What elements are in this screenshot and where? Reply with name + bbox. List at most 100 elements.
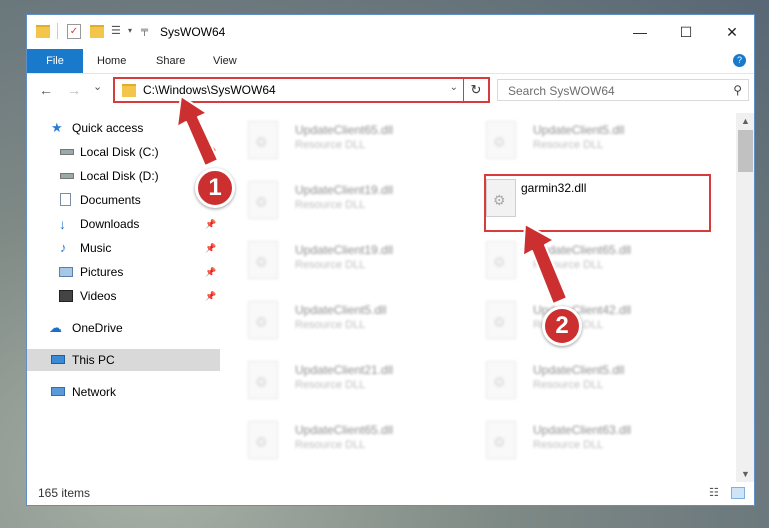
file-name: UpdateClient5.dll: [533, 363, 625, 377]
sidebar-item-label: Local Disk (D:): [80, 169, 159, 183]
file-name: UpdateClient21.dll: [295, 363, 394, 377]
dll-file-icon: [486, 121, 516, 159]
file-type: Resource DLL: [295, 139, 366, 151]
sidebar-item-label: Local Disk (C:): [80, 145, 159, 159]
scroll-down-arrow-icon[interactable]: ▼: [736, 466, 754, 482]
pin-icon[interactable]: 📌: [205, 261, 216, 283]
address-path[interactable]: C:\Windows\SysWOW64: [143, 83, 276, 97]
file-list: UpdateClient65.dll Resource DLL UpdateCl…: [220, 113, 736, 477]
tab-home[interactable]: Home: [97, 49, 126, 73]
forward-button[interactable]: →: [67, 82, 81, 98]
sidebar-item-music[interactable]: ♪ Music 📌: [27, 237, 220, 259]
file-type: Resource DLL: [295, 319, 366, 331]
dll-file-icon: [248, 241, 278, 279]
file-type: Resource DLL: [533, 439, 604, 451]
sidebar-item-local-disk-d[interactable]: Local Disk (D:): [27, 165, 220, 187]
sidebar-item-label: Network: [72, 385, 117, 399]
documents-icon: [60, 193, 71, 206]
file-type: Resource DLL: [295, 379, 366, 391]
file-type: Resource DLL: [295, 439, 366, 451]
search-box[interactable]: Search SysWOW64 ⚲: [497, 79, 749, 101]
details-view-icon[interactable]: ☷: [709, 487, 723, 499]
item-count: 165 items: [38, 486, 91, 500]
chevron-down-icon[interactable]: ▾: [128, 24, 142, 38]
list-item[interactable]: UpdateClient5.dll Resource DLL: [220, 295, 450, 347]
downloads-icon: ↓: [59, 216, 66, 232]
sidebar-item-quick-access[interactable]: ★ Quick access: [27, 117, 220, 139]
address-bar[interactable]: C:\Windows\SysWOW64 ⌄ ↻: [113, 77, 490, 103]
chevron-down-icon[interactable]: ⌄: [450, 82, 458, 93]
quick-access-toolbar-icon[interactable]: ╤: [141, 24, 155, 38]
sidebar-item-onedrive[interactable]: ☁ OneDrive: [27, 317, 220, 339]
search-input[interactable]: Search SysWOW64: [508, 84, 615, 98]
pin-icon[interactable]: 📌: [205, 141, 216, 163]
recent-locations-button[interactable]: ⌄: [93, 80, 102, 93]
list-item[interactable]: UpdateClient19.dll Resource DLL: [220, 235, 450, 287]
file-type: Resource DLL: [295, 199, 366, 211]
step-2-callout: 2: [542, 306, 582, 346]
close-button[interactable]: ✕: [709, 15, 754, 49]
step-1-callout: 1: [195, 168, 235, 208]
sidebar-item-documents[interactable]: Documents 📌: [27, 189, 220, 211]
title-bar: ✓ ☰ ▾ ╤ SysWOW64 — ☐ ✕: [27, 15, 754, 49]
window-title: SysWOW64: [160, 25, 226, 39]
maximize-button[interactable]: ☐: [663, 15, 709, 49]
file-type: Resource DLL: [533, 379, 604, 391]
scrollbar-thumb[interactable]: [738, 130, 753, 172]
minimize-button[interactable]: —: [617, 15, 663, 49]
dll-file-icon: [248, 361, 278, 399]
drive-icon: [60, 149, 74, 155]
list-item[interactable]: UpdateClient5.dll Resource DLL: [458, 355, 688, 407]
file-name: UpdateClient63.dll: [533, 423, 632, 437]
sidebar-item-label: OneDrive: [72, 321, 123, 335]
file-type: Resource DLL: [533, 259, 604, 271]
refresh-button[interactable]: ↻: [463, 79, 488, 101]
list-item[interactable]: UpdateClient65.dll Resource DLL: [458, 235, 688, 287]
scroll-up-arrow-icon[interactable]: ▲: [736, 113, 754, 129]
drive-icon: [60, 173, 74, 179]
navigation-bar: ← → ⌄ C:\Windows\SysWOW64 ⌄ ↻ Search Sys…: [27, 74, 754, 106]
folder-icon: [122, 84, 136, 97]
new-folder-icon[interactable]: [90, 25, 104, 38]
network-icon: [51, 387, 65, 396]
tab-file[interactable]: File: [27, 49, 83, 73]
sidebar-item-label: This PC: [72, 353, 115, 367]
large-icons-view-icon[interactable]: [731, 487, 745, 499]
sidebar-item-videos[interactable]: Videos 📌: [27, 285, 220, 307]
file-explorer-window: ✓ ☰ ▾ ╤ SysWOW64 — ☐ ✕ File Home Share V…: [26, 14, 755, 506]
properties-icon[interactable]: ✓: [67, 24, 81, 39]
pin-icon[interactable]: 📌: [205, 213, 216, 235]
list-item[interactable]: UpdateClient65.dll Resource DLL: [220, 415, 450, 467]
sidebar-item-local-disk-c[interactable]: Local Disk (C:) 📌: [27, 141, 220, 163]
file-name: UpdateClient65.dll: [533, 243, 632, 257]
list-item[interactable]: UpdateClient65.dll Resource DLL: [220, 115, 450, 167]
dll-file-icon: [486, 361, 516, 399]
pin-icon[interactable]: 📌: [205, 237, 216, 259]
divider: [57, 23, 58, 39]
list-item[interactable]: UpdateClient5.dll Resource DLL: [458, 115, 688, 167]
tab-view[interactable]: View: [213, 49, 237, 73]
file-name: UpdateClient19.dll: [295, 183, 394, 197]
list-item[interactable]: UpdateClient63.dll Resource DLL: [458, 415, 688, 467]
sidebar-item-label: Quick access: [72, 121, 144, 135]
back-button[interactable]: ←: [39, 82, 53, 98]
tab-share[interactable]: Share: [156, 49, 185, 73]
customize-icon[interactable]: ☰: [111, 24, 125, 38]
list-item[interactable]: UpdateClient19.dll Resource DLL: [220, 175, 450, 227]
sidebar-item-pictures[interactable]: Pictures 📌: [27, 261, 220, 283]
list-item[interactable]: UpdateClient21.dll Resource DLL: [220, 355, 450, 407]
search-icon[interactable]: ⚲: [733, 83, 742, 97]
file-name: UpdateClient65.dll: [295, 423, 394, 437]
vertical-scrollbar[interactable]: ▲ ▼: [736, 113, 754, 482]
pin-icon[interactable]: 📌: [205, 285, 216, 307]
dll-file-icon: [248, 121, 278, 159]
dll-file-icon: [248, 421, 278, 459]
sidebar-item-downloads[interactable]: ↓ Downloads 📌: [27, 213, 220, 235]
music-icon: ♪: [60, 240, 67, 255]
pictures-icon: [59, 267, 73, 277]
sidebar-item-this-pc[interactable]: This PC: [27, 349, 220, 371]
dll-file-icon: [486, 301, 516, 339]
ribbon: File Home Share View ?: [27, 49, 754, 74]
sidebar-item-network[interactable]: Network: [27, 381, 220, 403]
help-icon[interactable]: ?: [733, 54, 746, 67]
